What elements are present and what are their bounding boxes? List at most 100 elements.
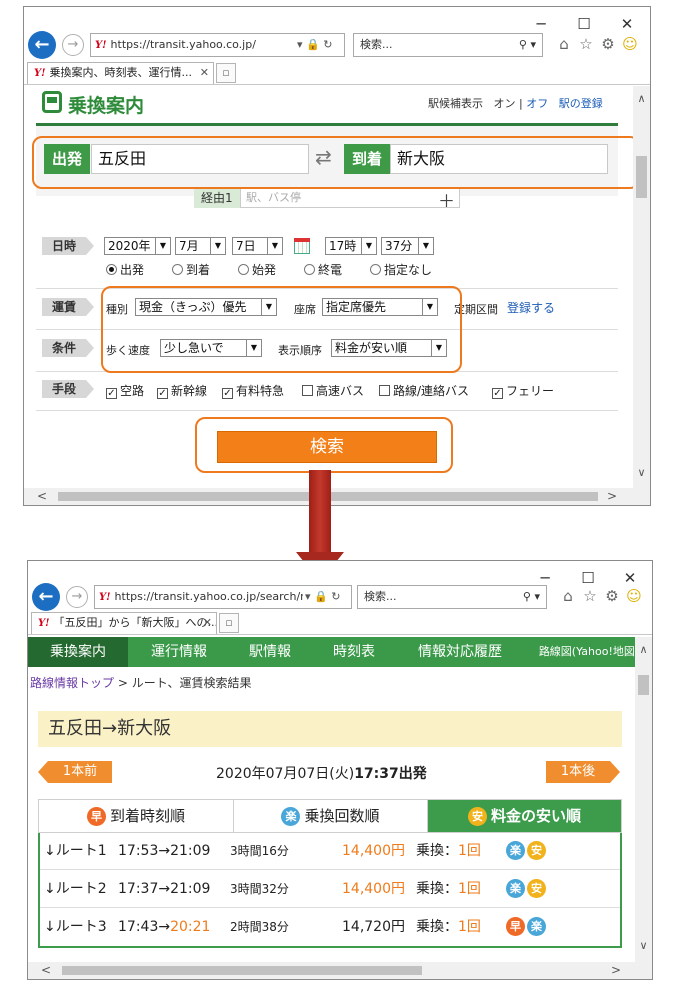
minute-select[interactable]: 37分 ▼ <box>381 237 434 255</box>
horizontal-scrollbar[interactable]: < > <box>24 488 650 505</box>
via-input[interactable]: 駅、バス停 <box>240 188 460 208</box>
table-row[interactable]: ↓ルート2 17:37→21:09 3時間32分 14,400円 乗換：1回 楽… <box>40 871 620 908</box>
sort-cheapest[interactable]: 安料金の安い順 <box>427 800 621 832</box>
minimize-icon[interactable]: ─ <box>529 15 553 33</box>
register-stations-link[interactable]: 駅の登録 <box>559 97 603 110</box>
radio-last-train[interactable]: 終電 <box>304 261 342 278</box>
horizontal-scrollbar[interactable]: < > <box>28 962 652 979</box>
new-tab-icon[interactable]: ▫ <box>219 613 239 633</box>
chevron-down-icon[interactable]: ∨ <box>633 466 650 479</box>
chevron-down-icon[interactable]: ∨ <box>635 939 652 952</box>
chevron-down-icon: ▼ <box>267 238 282 254</box>
home-icon[interactable]: ⌂ <box>555 35 573 53</box>
close-window-icon[interactable]: ✕ <box>615 15 639 33</box>
scrollbar-thumb[interactable] <box>62 966 422 975</box>
nav-service-info[interactable]: 運行情報 <box>132 637 226 667</box>
add-via-icon[interactable]: ＋ <box>438 187 455 212</box>
search-icon[interactable]: ⚲ ▾ <box>519 34 536 56</box>
chevron-right-icon[interactable]: > <box>608 962 624 979</box>
checkbox-air[interactable]: ✓ 空路 <box>106 382 144 399</box>
table-row[interactable]: ↓ルート1 17:53→21:09 3時間16分 14,400円 乗換：1回 楽… <box>40 833 620 870</box>
address-bar[interactable]: Y! https://transit.yahoo.co.jp/search/r ▾… <box>94 585 352 609</box>
checkbox-highway-bus[interactable]: 高速バス <box>302 382 364 399</box>
checkbox-route-bus[interactable]: 路線/連絡バス <box>379 382 469 399</box>
easy-badge-icon: 楽 <box>506 841 525 860</box>
suggest-off-link[interactable]: オフ <box>526 97 548 110</box>
maximize-icon[interactable]: ☐ <box>576 569 600 587</box>
sort-transfers[interactable]: 楽乗換回数順 <box>233 800 427 832</box>
route-results: ↓ルート1 17:53→21:09 3時間16分 14,400円 乗換：1回 楽… <box>38 833 622 948</box>
radio-departure[interactable]: 出発 <box>106 261 144 278</box>
chevron-right-icon[interactable]: > <box>604 488 620 505</box>
nav-transit[interactable]: 乗換案内 <box>28 637 128 667</box>
chevron-up-icon[interactable]: ∧ <box>635 643 652 656</box>
table-row[interactable]: ↓ルート3 17:43→20:21 2時間38分 14,720円 乗換：1回 早… <box>40 909 620 946</box>
register-commuter-link[interactable]: 登録する <box>507 299 555 316</box>
breadcrumb-top-link[interactable]: 路線情報トップ <box>30 676 114 690</box>
station-suggest-toggle: 駅候補表示 オン | オフ 駅の登録 <box>428 97 603 110</box>
route-link[interactable]: ↓ルート3 <box>44 909 107 946</box>
next-train-button[interactable]: 1本後 <box>546 761 620 783</box>
calendar-icon[interactable] <box>294 238 310 254</box>
browser-tab-active[interactable]: Y! 「五反田」から「新大阪」への... ✕ <box>31 612 217 634</box>
checkbox-shinkansen[interactable]: ✓ 新幹線 <box>157 382 207 399</box>
back-arrow-icon[interactable]: ← <box>32 583 60 611</box>
chevron-left-icon[interactable]: < <box>38 962 54 979</box>
day-select[interactable]: 7日 ▼ <box>232 237 283 255</box>
home-icon[interactable]: ⌂ <box>559 587 577 605</box>
favorites-star-icon[interactable]: ☆ <box>581 587 599 605</box>
nav-timetable[interactable]: 時刻表 <box>312 637 396 667</box>
highlight-search-button <box>195 417 453 473</box>
address-bar[interactable]: Y! https://transit.yahoo.co.jp/ ▾ 🔒 ↻ <box>90 33 345 57</box>
route-link[interactable]: ↓ルート1 <box>44 833 107 870</box>
browser-tab-active[interactable]: Y! 乗換案内、時刻表、運行情... ✕ <box>27 62 214 84</box>
sort-arrival-time[interactable]: 早到着時刻順 <box>39 800 233 832</box>
main-nav: 乗換案内 運行情報 駅情報 時刻表 情報対応履歴 路線図(Yahoo!地図) <box>28 637 639 667</box>
browser-search-input[interactable]: 検索... ⚲ ▾ <box>357 585 547 609</box>
tab-strip-divider <box>24 84 650 85</box>
checkbox-checked-icon: ✓ <box>492 388 503 399</box>
back-arrow-icon[interactable]: ← <box>28 31 56 59</box>
radio-unspecified[interactable]: 指定なし <box>370 261 432 278</box>
chevron-down-icon: ▼ <box>418 238 433 254</box>
hour-select[interactable]: 17時 ▼ <box>325 237 377 255</box>
smiley-feedback-icon[interactable]: ☺ <box>625 587 643 605</box>
forward-arrow-icon[interactable]: → <box>66 586 88 608</box>
scrollbar-thumb[interactable] <box>638 675 649 695</box>
fare-label: 運賃 <box>42 298 94 316</box>
checkbox-ferry[interactable]: ✓ フェリー <box>492 382 554 399</box>
prev-train-button[interactable]: 1本前 <box>38 761 112 783</box>
radio-arrival[interactable]: 到着 <box>172 261 210 278</box>
chevron-left-icon[interactable]: < <box>34 488 50 505</box>
nav-route-map[interactable]: 路線図(Yahoo!地図) <box>534 637 644 667</box>
month-select[interactable]: 7月 ▼ <box>175 237 226 255</box>
vertical-scrollbar[interactable]: ∧ ∨ <box>635 637 652 962</box>
vertical-scrollbar[interactable]: ∧ ∨ <box>633 86 650 488</box>
year-select[interactable]: 2020年 ▼ <box>104 237 171 255</box>
suggest-on[interactable]: オン <box>494 97 516 110</box>
yahoo-favicon: Y! <box>95 40 107 51</box>
smiley-feedback-icon[interactable]: ☺ <box>621 35 639 53</box>
gear-icon[interactable]: ⚙ <box>603 587 621 605</box>
browser-search-input[interactable]: 検索... ⚲ ▾ <box>353 33 543 57</box>
close-tab-icon[interactable]: ✕ <box>203 613 212 633</box>
search-icon[interactable]: ⚲ ▾ <box>523 586 540 608</box>
checkbox-limited-express[interactable]: ✓ 有料特急 <box>222 382 284 399</box>
scrollbar-thumb[interactable] <box>636 156 647 198</box>
chevron-up-icon[interactable]: ∧ <box>633 92 650 105</box>
nav-station-info[interactable]: 駅情報 <box>228 637 312 667</box>
radio-first-train[interactable]: 始発 <box>238 261 276 278</box>
route-link[interactable]: ↓ルート2 <box>44 871 107 908</box>
close-window-icon[interactable]: ✕ <box>618 569 642 587</box>
maximize-icon[interactable]: ☐ <box>572 15 596 33</box>
close-tab-icon[interactable]: ✕ <box>200 63 209 83</box>
search-datetime: 2020年07月07日(火)17:37出発 <box>216 766 427 782</box>
forward-arrow-icon[interactable]: → <box>62 34 84 56</box>
address-bar-icons: ▾ 🔒 ↻ <box>297 38 333 51</box>
route-fare: 14,720円 <box>342 919 405 935</box>
highlight-fare-conditions <box>101 286 462 373</box>
new-tab-icon[interactable]: ▫ <box>216 63 236 83</box>
favorites-star-icon[interactable]: ☆ <box>577 35 595 53</box>
nav-history[interactable]: 情報対応履歴 <box>396 637 524 667</box>
gear-icon[interactable]: ⚙ <box>599 35 617 53</box>
